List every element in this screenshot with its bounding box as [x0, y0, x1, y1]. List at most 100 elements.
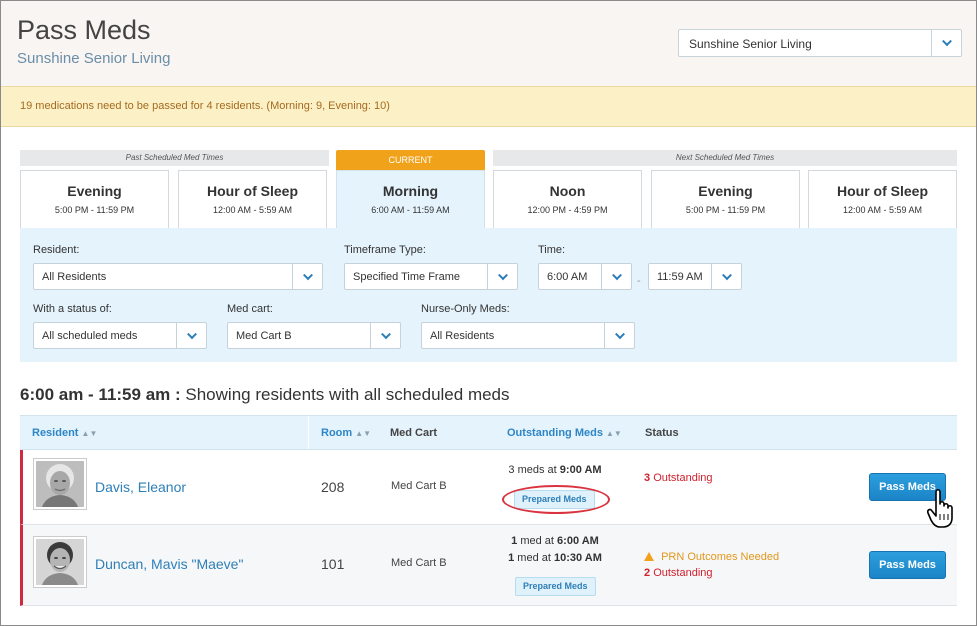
chevron-down-icon[interactable] — [370, 323, 400, 348]
chevron-down-icon[interactable] — [604, 323, 634, 348]
time-slot-name: Evening — [698, 183, 753, 199]
resident-filter-label: Resident: — [33, 244, 80, 256]
room-column-header[interactable]: Room ▲▼ — [321, 427, 371, 439]
time-slot-name: Morning — [382, 183, 439, 199]
status-count: 2 — [644, 567, 651, 579]
status-filter-value: All scheduled meds — [42, 330, 138, 342]
status-filter-label: With a status of: — [33, 303, 112, 315]
resident-filter-select[interactable]: All Residents — [33, 263, 323, 290]
chevron-down-icon[interactable] — [487, 264, 517, 289]
outstanding-med-line: 3 meds at 9:00 AM — [482, 464, 628, 476]
pass-meds-button[interactable]: Pass Meds — [869, 551, 946, 579]
time-slot-range: 5:00 PM - 11:59 PM — [685, 205, 766, 215]
alert-text: 19 medications need to be passed for 4 r… — [20, 100, 390, 112]
resident-room: 101 — [321, 556, 345, 572]
status-text: Outstanding — [653, 567, 713, 579]
sort-icon[interactable]: ▲▼ — [82, 429, 98, 438]
time-range-separator: - — [637, 275, 641, 287]
chevron-down-icon[interactable] — [292, 264, 322, 289]
med-count-text: med at — [517, 552, 551, 564]
resident-med-cart: Med Cart B — [391, 557, 447, 569]
warning-triangle-icon — [644, 552, 654, 561]
med-count: 1 — [508, 552, 515, 564]
page-header: Pass Meds Sunshine Senior Living Sunshin… — [1, 1, 976, 86]
table-header: Resident ▲▼ Room ▲▼ Med Cart Outstanding… — [20, 415, 957, 450]
past-times-label: Past Scheduled Med Times — [20, 150, 329, 166]
resident-name-link[interactable]: Davis, Eleanor — [95, 479, 186, 495]
time-slot-noon-next[interactable]: Noon 12:00 PM - 4:59 PM — [493, 170, 642, 228]
status-prn-text: PRN Outcomes Needed — [661, 551, 780, 563]
prepared-meds-badge[interactable]: Prepared Meds — [515, 577, 596, 596]
time-slot-morning-current[interactable]: Morning 6:00 AM - 11:59 AM — [336, 170, 485, 228]
page-subtitle: Sunshine Senior Living — [17, 50, 171, 67]
time-slot-range: 12:00 PM - 4:59 PM — [527, 205, 608, 215]
time-slot-range: 12:00 AM - 5:59 AM — [212, 205, 293, 215]
med-count-text: 3 meds at — [508, 464, 557, 476]
sort-icon[interactable]: ▲▼ — [606, 429, 622, 438]
time-slot-evening-next[interactable]: Evening 5:00 PM - 11:59 PM — [651, 170, 800, 228]
resident-med-cart: Med Cart B — [391, 480, 447, 492]
nurse-only-filter-select[interactable]: All Residents — [421, 322, 635, 349]
time-slot-hour-of-sleep-next[interactable]: Hour of Sleep 12:00 AM - 5:59 AM — [808, 170, 957, 228]
outstanding-med-line: 1 med at 10:30 AM — [482, 552, 628, 564]
status-outstanding: 2 Outstanding — [644, 567, 713, 579]
community-select[interactable]: Sunshine Senior Living — [678, 29, 962, 57]
prepared-meds-badge[interactable]: Prepared Meds — [514, 490, 595, 509]
time-end-value: 11:59 AM — [657, 271, 703, 283]
time-slot-range: 5:00 PM - 11:59 PM — [54, 205, 135, 215]
timeframe-type-value: Specified Time Frame — [353, 271, 460, 283]
status-count: 3 — [644, 472, 651, 484]
time-slot-range: 12:00 AM - 5:59 AM — [842, 205, 923, 215]
sort-icon[interactable]: ▲▼ — [355, 429, 371, 438]
med-time: 6:00 AM — [557, 535, 599, 547]
community-select-value: Sunshine Senior Living — [689, 37, 812, 51]
med-count-text: med at — [520, 535, 554, 547]
time-slot-hour-of-sleep-past[interactable]: Hour of Sleep 12:00 AM - 5:59 AM — [178, 170, 327, 228]
next-times-label: Next Scheduled Med Times — [493, 150, 957, 166]
outstanding-med-line: 1 med at 6:00 AM — [482, 535, 628, 547]
time-slot-name: Hour of Sleep — [206, 183, 298, 199]
room-column-label: Room — [321, 427, 353, 439]
outstanding-meds-column-header[interactable]: Outstanding Meds ▲▼ — [507, 427, 622, 439]
current-label: CURRENT — [336, 150, 485, 170]
showing-text: Showing residents with all scheduled med… — [185, 385, 510, 404]
time-slot-evening-past[interactable]: Evening 5:00 PM - 11:59 PM — [20, 170, 169, 228]
status-prn-needed: PRN Outcomes Needed — [644, 551, 779, 563]
time-filter-label: Time: — [538, 244, 566, 256]
timeframe-type-label: Timeframe Type: — [344, 244, 426, 256]
med-time: 9:00 AM — [559, 464, 602, 476]
showing-range: 6:00 am - 11:59 am : — [20, 385, 181, 404]
elderly-woman-photo-icon — [36, 461, 84, 507]
status-filter-select[interactable]: All scheduled meds — [33, 322, 207, 349]
med-cart-filter-label: Med cart: — [227, 303, 273, 315]
time-start-select[interactable]: 6:00 AM — [538, 263, 632, 290]
resident-avatar — [33, 536, 87, 588]
elderly-woman-photo-icon — [36, 539, 84, 585]
status-column-header: Status — [645, 427, 679, 439]
medication-alert: 19 medications need to be passed for 4 r… — [1, 86, 976, 127]
chevron-down-icon[interactable] — [711, 264, 741, 289]
resident-column-header[interactable]: Resident ▲▼ — [32, 427, 97, 439]
time-end-select[interactable]: 11:59 AM — [648, 263, 742, 290]
resident-name-link[interactable]: Duncan, Mavis "Maeve" — [95, 556, 243, 572]
chevron-down-icon[interactable] — [931, 30, 961, 56]
resident-column-label: Resident — [32, 427, 79, 439]
med-cart-filter-select[interactable]: Med Cart B — [227, 322, 401, 349]
hand-pointer-icon — [927, 488, 953, 528]
chevron-down-icon[interactable] — [176, 323, 206, 348]
timeframe-type-select[interactable]: Specified Time Frame — [344, 263, 518, 290]
showing-summary: 6:00 am - 11:59 am : Showing residents w… — [20, 385, 510, 405]
med-time: 10:30 AM — [554, 552, 602, 564]
status-outstanding: 3 Outstanding — [644, 472, 713, 484]
med-cart-column-header: Med Cart — [390, 427, 438, 439]
time-slot-name: Noon — [549, 183, 586, 199]
page-title: Pass Meds — [17, 15, 151, 45]
resident-room: 208 — [321, 479, 345, 495]
outstanding-meds-column-label: Outstanding Meds — [507, 427, 603, 439]
resident-avatar — [33, 458, 87, 510]
nurse-only-filter-value: All Residents — [430, 330, 495, 342]
time-slot-name: Evening — [67, 183, 122, 199]
time-start-value: 6:00 AM — [547, 271, 588, 283]
chevron-down-icon[interactable] — [601, 264, 631, 289]
nurse-only-filter-label: Nurse-Only Meds: — [421, 303, 510, 315]
